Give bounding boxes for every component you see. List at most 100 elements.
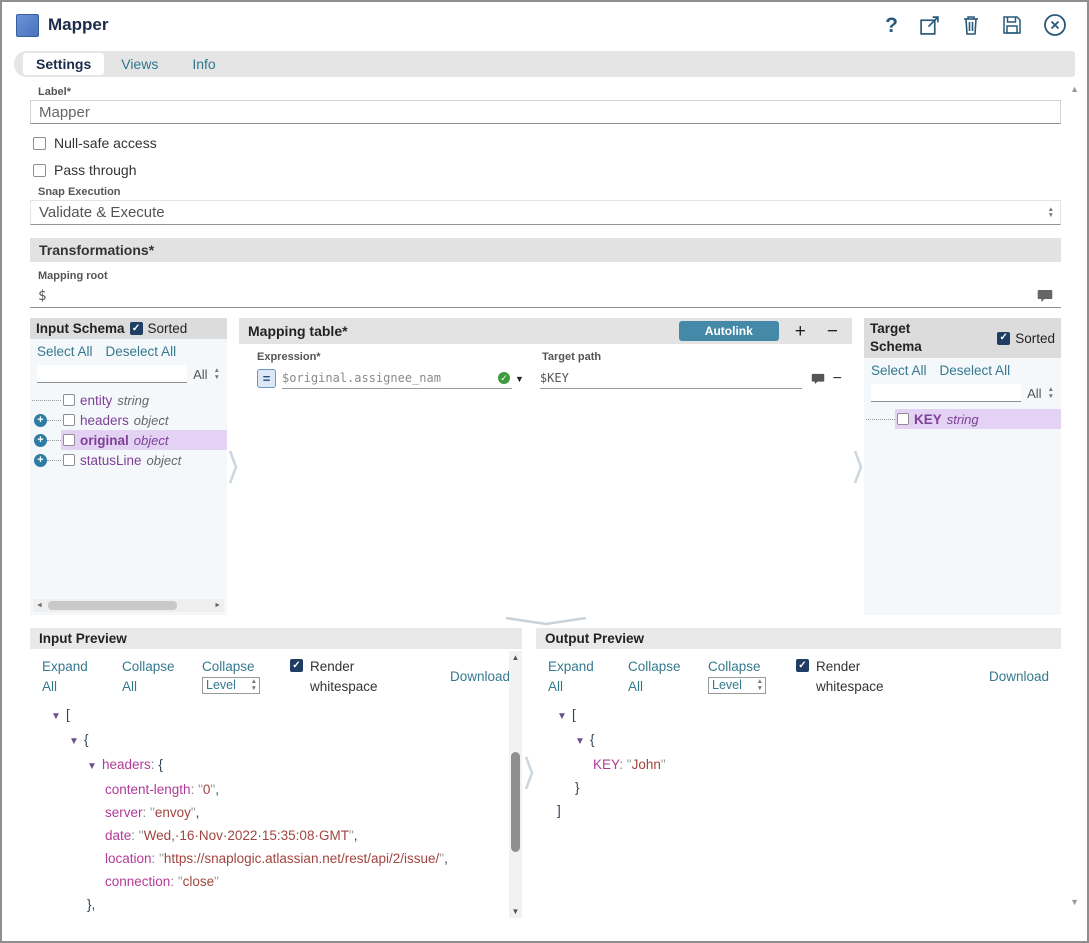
horizontal-splitter-handle[interactable] [30, 615, 1061, 628]
trash-icon[interactable] [961, 14, 981, 36]
output-preview-json: ▼[▼{KEY: "John"}] [536, 698, 1061, 918]
spinner-icon[interactable]: ▲▼ [1048, 207, 1054, 219]
scrollbar-thumb[interactable] [48, 601, 177, 610]
collapse-level-input[interactable]: Level ▲▼ [708, 677, 766, 694]
schema-item-checkbox[interactable] [63, 414, 75, 426]
target-schema-title: Target Schema [870, 320, 934, 355]
scrollbar-thumb[interactable] [511, 752, 520, 852]
horizontal-scrollbar[interactable]: ◄ ► [33, 599, 224, 612]
vertical-scrollbar[interactable]: ▲ ▼ [509, 651, 522, 918]
spinner-icon[interactable]: ▲▼ [251, 679, 257, 691]
target-path-field[interactable]: $KEY [540, 368, 802, 389]
delete-row-icon[interactable]: − [833, 371, 842, 387]
render-whitespace-checkbox[interactable] [290, 659, 303, 672]
mapping-column-headers: Expression* Target path [239, 344, 852, 366]
json-punct: }, [87, 897, 95, 912]
label-input[interactable] [30, 100, 1061, 124]
spinner-icon[interactable]: ▲▼ [1048, 387, 1054, 399]
mapping-table-header: Mapping table* Autolink + − [239, 318, 852, 344]
collapse-arrow-icon[interactable]: ▼ [557, 705, 572, 728]
schema-item-statusLine[interactable]: +statusLineobject [32, 450, 227, 470]
save-icon[interactable] [1002, 15, 1022, 35]
spinner-icon[interactable]: ▲▼ [214, 368, 220, 380]
panel-splitter-handle[interactable] [227, 318, 239, 615]
spinner-icon[interactable]: ▲▼ [757, 679, 763, 691]
deselect-all-link[interactable]: Deselect All [940, 363, 1011, 378]
json-colon: : [131, 828, 139, 843]
mapping-root-caption: Mapping root [38, 270, 1061, 282]
scroll-up-icon[interactable]: ▲ [512, 651, 520, 664]
scroll-down-icon[interactable]: ▼ [512, 905, 520, 918]
json-line: content-length: "0", [51, 778, 506, 801]
autolink-button[interactable]: Autolink [679, 321, 779, 341]
schema-item-entity[interactable]: entitystring [32, 390, 227, 410]
collapse-arrow-icon[interactable]: ▼ [51, 705, 66, 728]
close-icon[interactable] [1043, 13, 1067, 37]
json-line: ▼{ [51, 728, 506, 753]
collapse-all-link[interactable]: Collapse All [628, 657, 682, 696]
schema-item-type: object [147, 453, 182, 468]
scrollbar-track[interactable] [46, 599, 211, 612]
remove-row-button[interactable]: − [822, 322, 843, 341]
download-link[interactable]: Download [989, 669, 1049, 684]
expand-icon[interactable]: + [34, 454, 47, 467]
panel-splitter-handle[interactable] [852, 318, 864, 615]
schema-search-input[interactable] [37, 365, 187, 383]
scroll-down-icon[interactable]: ▼ [1070, 898, 1079, 907]
download-link[interactable]: Download [450, 669, 510, 684]
collapse-arrow-icon[interactable]: ▼ [575, 730, 590, 753]
schema-item-checkbox[interactable] [63, 394, 75, 406]
tab-settings[interactable]: Settings [23, 53, 104, 75]
expand-all-link[interactable]: Expand All [548, 657, 602, 696]
input-sorted-checkbox[interactable] [130, 322, 143, 335]
schema-item-checkbox[interactable] [897, 413, 909, 425]
scroll-up-icon[interactable]: ▲ [1070, 85, 1079, 94]
collapse-all-link[interactable]: Collapse All [122, 657, 176, 696]
json-key: content-length [105, 782, 191, 797]
snap-execution-select[interactable]: Validate & Execute ▲▼ [30, 200, 1061, 225]
expression-value: $original.assignee_nam [282, 371, 502, 385]
schema-item-checkbox[interactable] [63, 454, 75, 466]
collapse-level-input[interactable]: Level ▲▼ [202, 677, 260, 694]
json-punct: { [590, 732, 595, 747]
scroll-right-icon[interactable]: ► [211, 602, 224, 609]
schema-item-headers[interactable]: +headersobject [32, 410, 227, 430]
deselect-all-link[interactable]: Deselect All [106, 344, 177, 359]
null-safe-checkbox[interactable] [33, 137, 46, 150]
panel-splitter-handle[interactable] [522, 628, 536, 918]
scrollbar-track[interactable] [509, 664, 522, 905]
help-icon[interactable]: ? [885, 15, 898, 36]
scroll-left-icon[interactable]: ◄ [33, 602, 46, 609]
comment-bubble-icon[interactable] [811, 373, 825, 385]
render-whitespace-checkbox[interactable] [796, 659, 809, 672]
collapse-arrow-icon[interactable]: ▼ [69, 730, 84, 753]
pass-through-checkbox[interactable] [33, 164, 46, 177]
collapse-arrow-icon[interactable]: ▼ [87, 755, 102, 778]
expression-dropdown-icon[interactable]: ▼ [515, 374, 524, 384]
target-schema-header: Target Schema Sorted [864, 318, 1061, 358]
export-icon[interactable] [919, 15, 940, 36]
collapse-level-value: Level [206, 676, 251, 694]
schema-item-KEY[interactable]: KEYstring [866, 409, 1061, 429]
select-all-link[interactable]: Select All [871, 363, 927, 378]
tab-info[interactable]: Info [175, 53, 232, 75]
target-sorted-checkbox[interactable] [997, 332, 1010, 345]
expression-field[interactable]: $original.assignee_nam ✓ [282, 368, 512, 389]
schema-search-input[interactable] [871, 384, 1021, 402]
expand-icon[interactable]: + [34, 414, 47, 427]
add-row-button[interactable]: + [790, 322, 811, 341]
tab-views[interactable]: Views [104, 53, 175, 75]
json-line: ] [557, 799, 1045, 822]
mapping-root-input[interactable] [38, 288, 1037, 304]
expand-all-link[interactable]: Expand All [42, 657, 96, 696]
expand-icon[interactable]: + [34, 434, 47, 447]
select-all-link[interactable]: Select All [37, 344, 93, 359]
schema-item-original[interactable]: +originalobject [32, 430, 227, 450]
comment-bubble-icon[interactable] [1037, 289, 1053, 303]
title-bar: Mapper ? [2, 2, 1087, 48]
null-safe-label: Null-safe access [54, 135, 157, 151]
schema-item-type: object [134, 433, 169, 448]
json-punct: { [158, 757, 163, 772]
expression-toggle-button[interactable]: = [257, 369, 276, 388]
schema-item-checkbox[interactable] [63, 434, 75, 446]
